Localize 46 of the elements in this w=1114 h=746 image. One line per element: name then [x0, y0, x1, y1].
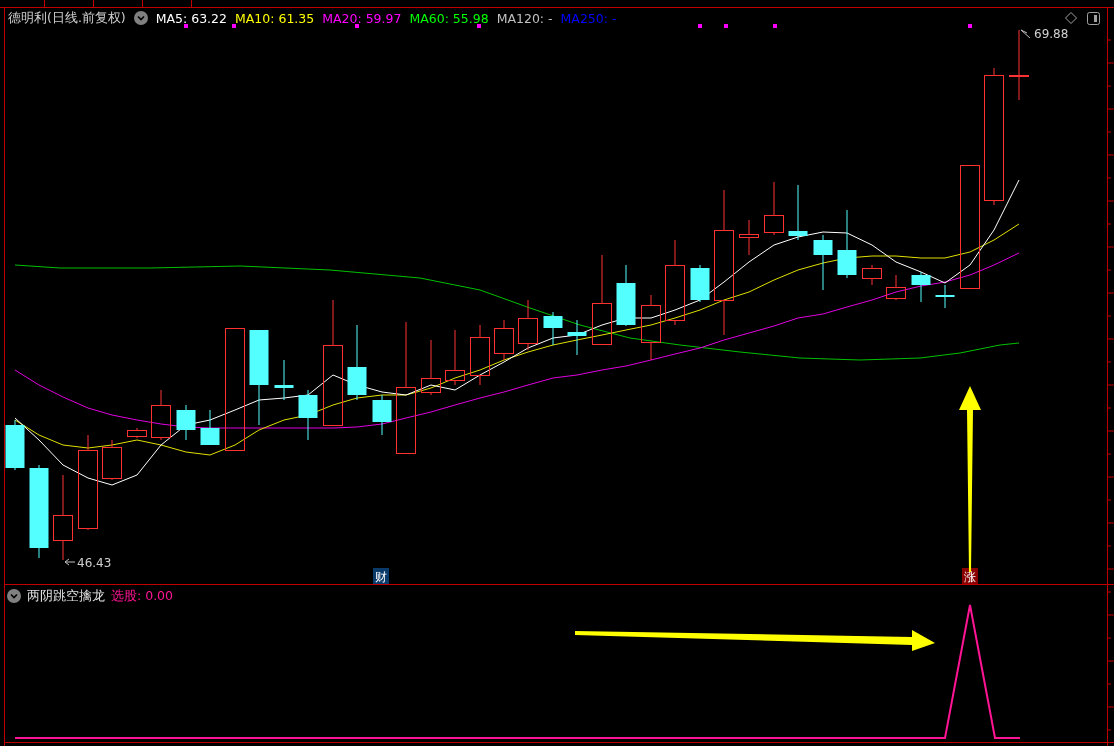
candlestick: [372, 394, 392, 436]
moving-average-label: MA5: 63.22: [155, 10, 227, 26]
candlestick: [788, 184, 808, 241]
candlestick: [567, 319, 587, 356]
panel-toggle-icon[interactable]: [1087, 11, 1100, 25]
collapse-toggle-icon[interactable]: [133, 11, 148, 25]
candlestick: [690, 264, 710, 303]
moving-average-label: MA250: -: [560, 10, 617, 26]
limit-up-marker: 涨: [962, 568, 978, 584]
candlestick: [5, 419, 25, 471]
chart-title: 德明利(日线.前复权): [8, 9, 126, 27]
candlestick: [911, 271, 931, 303]
candlestick: [739, 219, 759, 256]
moving-average-label: MA20: 59.97: [322, 10, 402, 26]
candlestick: [935, 284, 955, 309]
candlestick: [127, 427, 147, 439]
candlestick: [764, 181, 784, 236]
candlestick: [616, 264, 636, 327]
candlestick: [298, 389, 318, 441]
high-price-label: 69.88: [1020, 27, 1069, 41]
indicator-value: 选股: 0.00: [111, 587, 174, 605]
indicator-title: 两阴跳空擒龙: [27, 587, 105, 605]
candlestick: [421, 339, 441, 396]
moving-average-label: MA120: -: [496, 10, 553, 26]
candlestick: [176, 404, 196, 441]
low-price-label: 46.43: [64, 556, 112, 570]
finance-marker: 财: [373, 568, 389, 584]
candlestick: [886, 274, 906, 301]
candlestick: [200, 409, 220, 446]
candlestick: [1009, 29, 1029, 101]
moving-average-label: MA10: 61.35: [235, 10, 315, 26]
moving-average-label: MA60: 55.98: [409, 10, 489, 26]
candlestick: [813, 234, 833, 291]
candlestick: [470, 324, 490, 386]
candlestick: [543, 311, 563, 346]
candlestick: [102, 439, 122, 481]
candlestick: [274, 359, 294, 401]
candlestick: [518, 299, 538, 351]
candlestick: [862, 264, 882, 286]
candlestick: [445, 329, 465, 386]
collapse-toggle-icon[interactable]: [7, 589, 21, 603]
candlestick: [151, 389, 171, 441]
diamond-icon[interactable]: [1065, 11, 1077, 24]
candlestick: [494, 319, 514, 361]
candlestick: [837, 209, 857, 279]
candlestick: [641, 294, 661, 361]
